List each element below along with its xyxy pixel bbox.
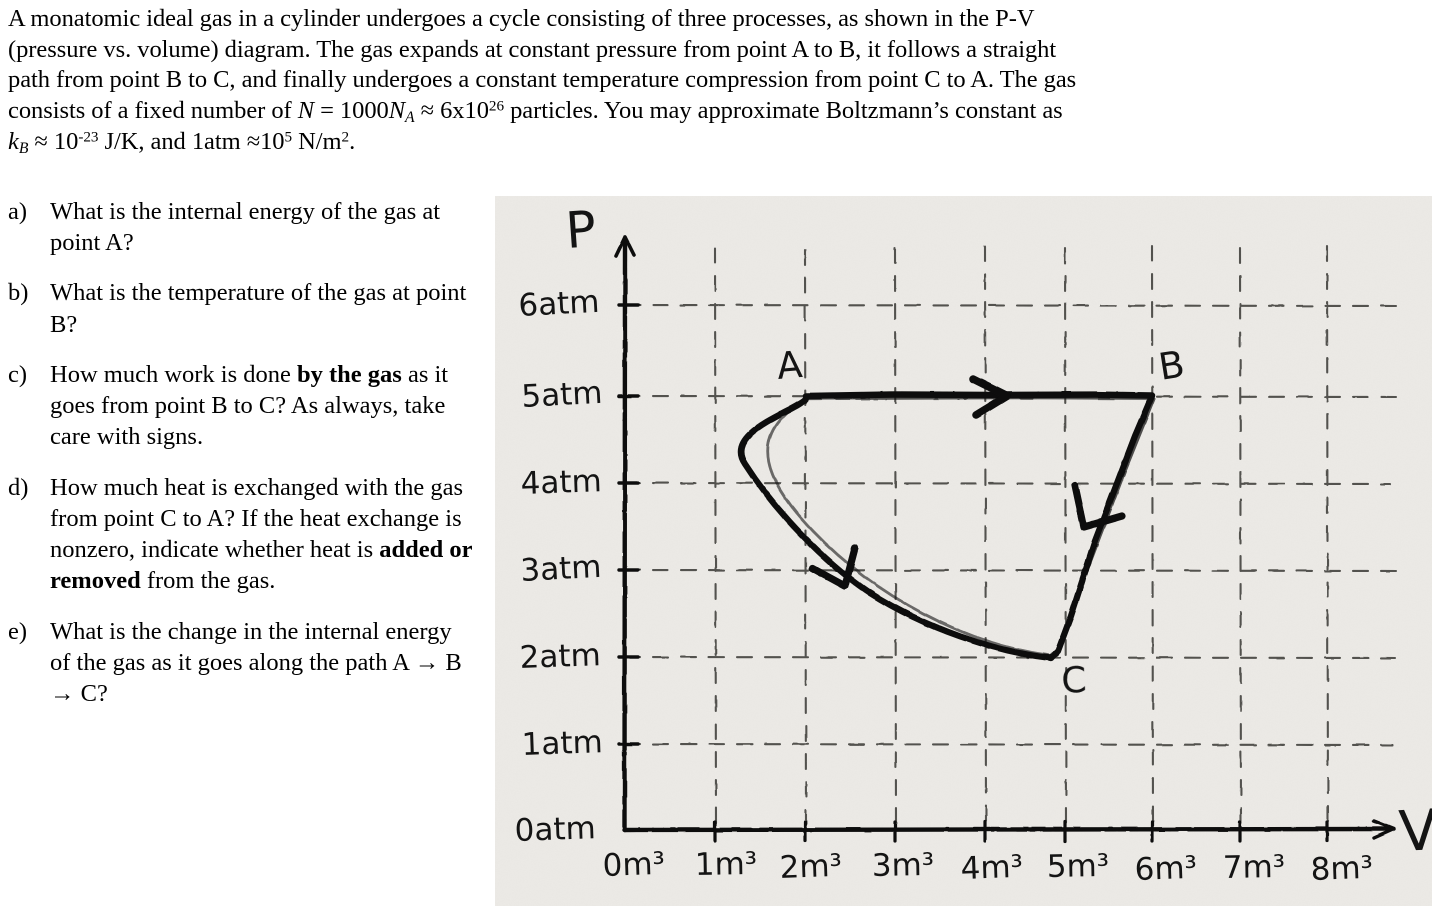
question-list: a) What is the internal energy of the gas…	[8, 196, 478, 728]
x-tick-label-3m3: 3m³	[872, 847, 935, 884]
line5-end: N/m	[292, 127, 342, 155]
question-text: What is the change in the internal energ…	[50, 616, 478, 710]
line4-eq: = 1000	[314, 96, 389, 124]
x-tick-label-5m3: 5m³	[1047, 848, 1110, 885]
line5-exponent-1: -23	[78, 128, 99, 146]
p-axis-label: P	[564, 200, 598, 260]
v-axis-line	[621, 826, 1393, 833]
question-marker: c)	[8, 360, 28, 388]
line5-mid: J/K, and 1atm ≈10	[98, 127, 285, 155]
x-tick-label-6m3: 6m³	[1134, 850, 1198, 888]
question-item-a: a) What is the internal energy of the gas…	[8, 196, 478, 258]
problem-line-3: path from point B to C, and finally unde…	[8, 66, 1077, 93]
pv-diagram-svg: P V 6atm 5atm 4atm 3atm 2atm 1atm 0atm 0…	[495, 196, 1432, 906]
y-tick-label-4atm: 4atm	[520, 463, 602, 502]
p-axis-line	[622, 238, 628, 833]
question-text: What is the temperature of the gas at po…	[50, 277, 478, 339]
question-emphasis: by the gas	[297, 360, 402, 388]
x-tick-label-8m3: 8m³	[1310, 850, 1374, 888]
problem-line-1: A monatomic ideal gas in a cylinder unde…	[8, 5, 1035, 32]
y-tick-label-3atm: 3atm	[520, 549, 603, 589]
process-A-to-B	[802, 391, 1156, 400]
paper-grain	[495, 196, 1432, 906]
symbol-N: N	[297, 96, 315, 124]
problem-statement: A monatomic ideal gas in a cylinder unde…	[8, 4, 1428, 158]
symbol-kB-sub: B	[18, 139, 29, 157]
question-item-c: c) How much work is done by the gas as it…	[8, 359, 478, 453]
question-marker: b)	[8, 279, 29, 307]
line5-period: .	[349, 127, 356, 155]
v-axis-label: V	[1397, 798, 1432, 865]
question-marker: a)	[8, 198, 28, 225]
problem-line-2: (pressure vs. volume) diagram. The gas e…	[8, 35, 1057, 63]
line4-post: particles. You may approximate Boltzmann…	[504, 96, 1063, 124]
x-tick-label-7m3: 7m³	[1223, 849, 1286, 886]
question-item-b: b) What is the temperature of the gas at …	[8, 277, 478, 339]
question-segment: from the gas.	[140, 567, 276, 595]
question-marker: d)	[8, 473, 29, 501]
x-tick-label-1m3: 1m³	[695, 846, 758, 883]
line4-pre: consists of a fixed number of	[8, 96, 298, 124]
y-tick-label-2atm: 2atm	[519, 637, 601, 676]
line5-exponent-2: 5	[284, 128, 293, 146]
question-segment: What is the change in the internal energ…	[50, 617, 462, 708]
question-segment: What is the temperature of the gas at po…	[50, 279, 467, 338]
process-A-to-B-stroke2	[806, 396, 1153, 401]
y-tick-label-6atm: 6atm	[518, 284, 601, 324]
problem-line-5: kB ≈ 10-23 J/K, and 1atm ≈105 N/m2.	[8, 127, 1428, 158]
pv-diagram-photo: P V 6atm 5atm 4atm 3atm 2atm 1atm 0atm 0…	[495, 196, 1432, 906]
question-text: How much work is done by the gas as it g…	[50, 359, 478, 453]
point-label-C: C	[1060, 660, 1087, 702]
symbol-NA-sub: A	[405, 108, 415, 126]
x-tick-label-0m3: 0m³	[602, 846, 666, 884]
question-text: What is the internal energy of the gas a…	[50, 196, 478, 258]
y-tick-label-1atm: 1atm	[521, 724, 603, 763]
symbol-NA: N	[388, 96, 406, 124]
question-item-e: e) What is the change in the internal ene…	[8, 616, 478, 710]
y-tick-label-0atm: 0atm	[514, 810, 596, 849]
question-text: How much heat is exchanged with the gas …	[50, 472, 478, 597]
line4-exponent: 26	[488, 97, 505, 115]
problem-line-4: consists of a fixed number of N = 1000NA…	[8, 96, 1428, 127]
y-tick-label-5atm: 5atm	[521, 375, 604, 415]
x-tick-labels: 0m³ 1m³ 2m³ 3m³ 4m³ 5m³ 6m³ 7m³ 8m³	[602, 846, 1374, 888]
line4-approx: ≈ 6x10	[414, 96, 489, 124]
x-tick-label-4m3: 4m³	[960, 849, 1024, 887]
x-tick-label-2m3: 2m³	[779, 848, 843, 886]
question-item-d: d) How much heat is exchanged with the ga…	[8, 472, 478, 597]
point-label-A: A	[775, 343, 804, 388]
question-segment: How much work is done	[50, 360, 298, 388]
line5-approx: ≈ 10	[28, 127, 79, 155]
question-marker: e)	[8, 617, 28, 645]
question-segment: What is the internal energy of the gas a…	[50, 198, 441, 257]
line5-exponent-3: 2	[341, 128, 350, 146]
symbol-kB: k	[8, 127, 19, 155]
